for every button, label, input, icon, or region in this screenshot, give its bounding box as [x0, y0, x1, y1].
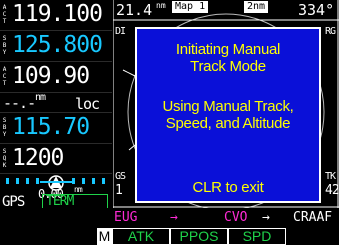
- squawk-label: SQK: [2, 148, 7, 169]
- com-standby-frequency[interactable]: 125.800: [12, 31, 103, 59]
- map-scale-tab[interactable]: 2nm: [244, 1, 269, 13]
- dialog-line-2: Track Mode: [190, 58, 266, 75]
- route-from-waypoint[interactable]: EUG: [114, 208, 137, 228]
- nav-active-frequency[interactable]: 109.90: [12, 62, 90, 90]
- range-value: 21.4: [116, 1, 153, 19]
- cdi-source: loc: [75, 95, 100, 113]
- right-top-marker: RG: [325, 26, 336, 37]
- nav-active-label: ACT: [2, 66, 7, 87]
- softkey-atk[interactable]: ATK: [112, 228, 170, 245]
- com-active-frequency[interactable]: 119.100: [12, 0, 103, 28]
- dialog-line-1: Initiating Manual: [175, 41, 281, 58]
- com-standby-label: SBY: [2, 35, 7, 56]
- com-active-label: ACT: [2, 4, 7, 25]
- manual-track-dialog: Initiating Manual Track Mode Using Manua…: [135, 27, 321, 203]
- route-arrow-active-icon: →: [170, 210, 178, 225]
- dialog-clr-hint: CLR to exit: [192, 179, 264, 196]
- track-label: TK: [325, 171, 336, 182]
- term-mode-indicator: TERM: [42, 194, 108, 209]
- left-top-marker: DI: [115, 26, 126, 37]
- flight-plan-strip: EUG → CVO → CRAAF: [0, 208, 339, 228]
- groundspeed-label: GS: [115, 171, 126, 182]
- route-next-waypoint[interactable]: CRAAF: [293, 208, 332, 228]
- range-unit: nm: [156, 1, 166, 10]
- left-info-panel: ACT 119.100 SBY 125.800 ACT 109.90 --.- …: [0, 0, 112, 210]
- groundspeed-value: 1: [115, 183, 123, 198]
- softkey-ppos[interactable]: PPOS: [170, 228, 228, 245]
- distance-unit: nm: [74, 185, 83, 194]
- map-name-tab[interactable]: Map 1: [172, 1, 209, 13]
- nav-standby-label: SBY: [2, 117, 7, 138]
- dialog-line-3: Using Manual Track,: [162, 98, 294, 115]
- route-arrow-next-icon: →: [262, 210, 270, 225]
- track-value: 42: [325, 183, 339, 198]
- heading-readout: 334°: [298, 1, 335, 19]
- softkey-mode[interactable]: M: [97, 228, 112, 245]
- squawk-code[interactable]: 1200: [12, 144, 64, 172]
- map-view[interactable]: 21.4 nm Map 1 2nm 334° DI RG GS 1 TK 42 …: [113, 0, 339, 208]
- cdi-unit: nm: [35, 92, 46, 103]
- gps-label: GPS: [2, 194, 25, 210]
- cdi-dashes: --.-: [3, 94, 36, 112]
- route-to-waypoint[interactable]: CVO: [224, 208, 247, 228]
- dialog-line-4: Speed, and Altitude: [165, 115, 291, 132]
- softkey-spd[interactable]: SPD: [228, 228, 286, 245]
- nav-standby-frequency[interactable]: 115.70: [12, 113, 90, 141]
